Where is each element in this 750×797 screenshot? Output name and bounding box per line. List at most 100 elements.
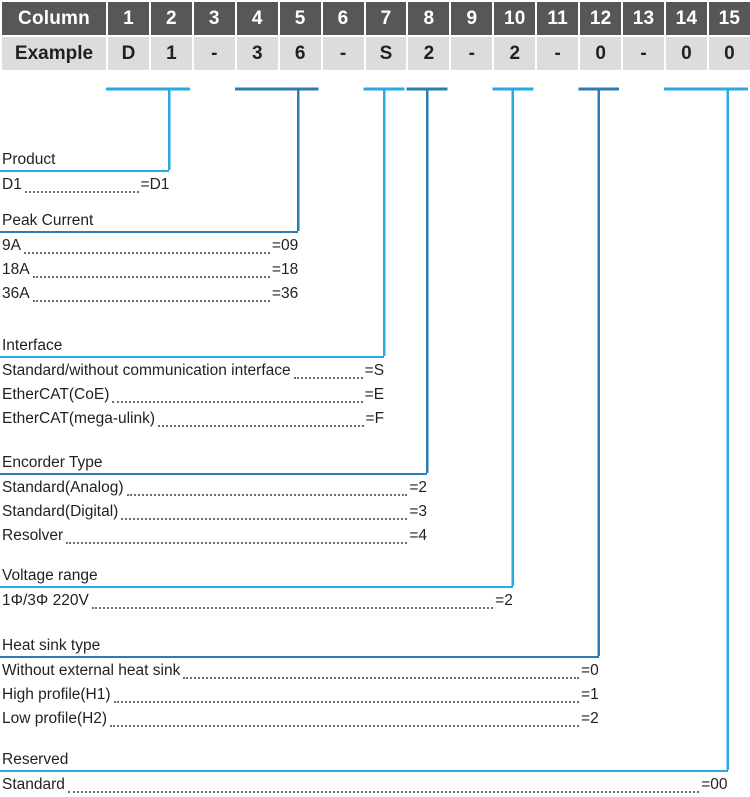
option-value: =2: [495, 592, 513, 609]
section-reserved: Reserved Standard =00: [0, 750, 728, 797]
dot-leader: [113, 700, 580, 703]
option-value: =00: [701, 776, 728, 793]
option-value: =3: [409, 503, 427, 520]
dot-leader: [121, 517, 408, 520]
option-value: =S: [364, 362, 385, 379]
example-row-label: Example: [2, 37, 106, 70]
option-value: =1: [581, 686, 599, 703]
example-char-13: -: [623, 37, 664, 70]
table-example-row: Example D1-36-S2-2-0-00: [2, 37, 750, 70]
option-row: High profile(H1) =1: [0, 683, 599, 707]
header-row-label: Column: [2, 2, 106, 35]
option-row: EtherCAT(mega-ulink) =F: [0, 407, 384, 431]
option-label: EtherCAT(CoE): [2, 386, 110, 403]
dot-leader: [23, 251, 270, 254]
column-number-2: 2: [150, 2, 192, 35]
column-number-14: 14: [665, 2, 707, 35]
option-value: =4: [409, 527, 427, 544]
option-row: Standard/without communication interface…: [0, 359, 384, 383]
dot-leader: [183, 676, 580, 679]
option-row: D1 =D1: [0, 173, 169, 197]
section-peak-current: Peak Current 9A =09 18A =18 36A =36: [0, 211, 299, 306]
section-underline: [0, 170, 170, 172]
example-char-4: 3: [236, 37, 278, 70]
option-row: Resolver =4: [0, 524, 427, 548]
section-heat-sink-type: Heat sink type Without external heat sink…: [0, 636, 599, 731]
section-title: Heat sink type: [2, 637, 101, 654]
section-product: Product D1 =D1: [0, 150, 170, 197]
option-row: Standard(Digital) =3: [0, 500, 427, 524]
section-interface: Interface Standard/without communication …: [0, 336, 385, 431]
option-row: 1Φ/3Φ 220V =2: [0, 589, 513, 613]
section-voltage-range: Voltage range 1Φ/3Φ 220V =2: [0, 566, 513, 613]
table-header-row: Column 1 2 3 4 5 6 7 8 9 10 11 12 13 14 15: [2, 2, 750, 35]
example-char-11: -: [537, 37, 579, 70]
option-row: Without external heat sink =0: [0, 659, 599, 683]
column-number-8: 8: [408, 2, 450, 35]
option-label: EtherCAT(mega-ulink): [2, 410, 156, 427]
column-number-7: 7: [365, 2, 407, 35]
example-char-5: 6: [279, 37, 321, 70]
option-value: =18: [271, 261, 299, 278]
example-char-15: 0: [708, 37, 750, 70]
section-title: Peak Current: [2, 212, 94, 229]
example-char-3: -: [193, 37, 235, 70]
section-title: Reserved: [2, 751, 69, 768]
dot-leader: [112, 400, 363, 403]
example-char-1: D: [108, 37, 149, 70]
example-char-14: 0: [665, 37, 707, 70]
option-row: EtherCAT(CoE) =E: [0, 383, 384, 407]
option-row: 18A =18: [0, 258, 298, 282]
example-char-9: -: [451, 37, 493, 70]
section-underline: [0, 473, 427, 475]
section-underline: [0, 770, 728, 772]
model-number-table: Column 1 2 3 4 5 6 7 8 9 10 11 12 13 14 15 Example D1-…: [0, 0, 750, 72]
example-char-7: S: [365, 37, 407, 70]
column-number-9: 9: [451, 2, 493, 35]
column-number-1: 1: [108, 2, 149, 35]
dot-leader: [293, 376, 363, 379]
dot-leader: [24, 190, 139, 193]
option-label: Low profile(H2): [2, 710, 108, 727]
dot-leader: [32, 275, 270, 278]
section-underline: [0, 231, 299, 233]
option-label: Standard(Digital): [2, 503, 119, 520]
section-encorder-type: Encorder Type Standard(Analog) =2 Standard(…: [0, 453, 427, 548]
dot-leader: [32, 299, 270, 302]
column-number-10: 10: [494, 2, 536, 35]
column-number-11: 11: [537, 2, 579, 35]
dot-leader: [110, 724, 580, 727]
option-row: 36A =36: [0, 282, 298, 306]
column-number-3: 3: [193, 2, 235, 35]
option-label: High profile(H1): [2, 686, 111, 703]
option-label: Standard: [2, 776, 65, 793]
option-value: =F: [365, 410, 385, 427]
dot-leader: [158, 424, 364, 427]
option-label: Without external heat sink: [2, 662, 181, 679]
option-label: Standard/without communication interface: [2, 362, 291, 379]
dot-leader: [91, 606, 494, 609]
column-number-15: 15: [708, 2, 750, 35]
option-row: Standard =00: [0, 773, 728, 797]
option-label: 1Φ/3Φ 220V: [2, 592, 89, 609]
option-label: 18A: [2, 261, 30, 278]
dot-leader: [66, 541, 408, 544]
example-char-12: 0: [580, 37, 622, 70]
example-char-10: 2: [494, 37, 536, 70]
example-char-8: 2: [408, 37, 450, 70]
option-value: =2: [581, 710, 599, 727]
option-value: =D1: [140, 176, 170, 193]
option-value: =2: [409, 479, 427, 496]
column-number-12: 12: [580, 2, 622, 35]
option-row: Standard(Analog) =2: [0, 476, 427, 500]
column-number-6: 6: [322, 2, 364, 35]
option-label: D1: [2, 176, 22, 193]
option-label: 36A: [2, 285, 30, 302]
section-underline: [0, 656, 599, 658]
column-number-4: 4: [236, 2, 278, 35]
option-row: 9A =09: [0, 234, 298, 258]
example-char-2: 1: [150, 37, 192, 70]
option-value: =36: [271, 285, 299, 302]
option-value: =0: [581, 662, 599, 679]
example-char-6: -: [322, 37, 364, 70]
